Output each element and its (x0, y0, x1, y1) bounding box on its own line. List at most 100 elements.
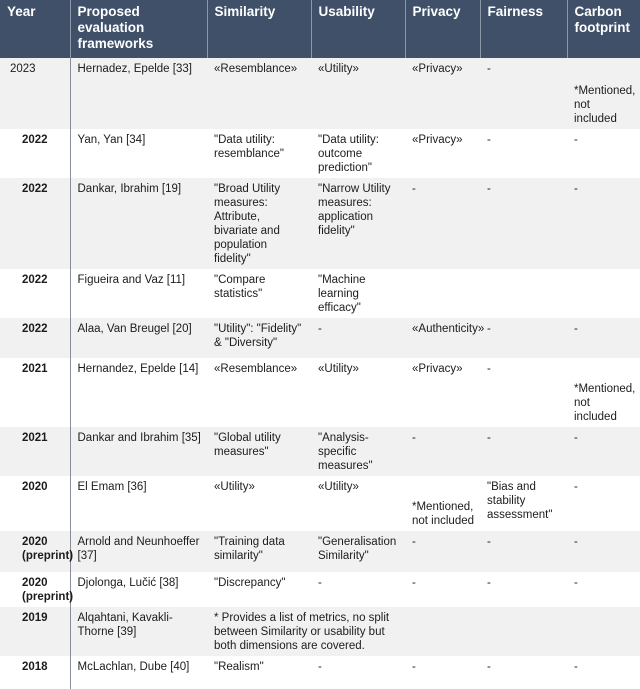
cell-similarity: "Global utility measures" (207, 427, 311, 477)
cell-fairness: - (480, 358, 567, 428)
column-header-carbon-footprint: Carbon footprint (567, 0, 640, 58)
cell-similarity: «Resemblance» (207, 57, 311, 129)
evaluation-frameworks-table-container: Year Proposed evaluation frameworks Simi… (0, 0, 640, 689)
cell-fairness (480, 268, 567, 318)
cell-framework: Arnold and Neunhoeffer [37] (70, 531, 207, 573)
cell-similarity: "Realism" (207, 656, 311, 689)
header-row: Year Proposed evaluation frameworks Simi… (0, 0, 640, 58)
cell-fairness: - (480, 318, 567, 358)
cell-fairness: - (480, 177, 567, 269)
cell-framework: Hernandez, Epelde [14] (70, 358, 207, 428)
cell-similarity-usability-note: * Provides a list of metrics, no split b… (207, 607, 405, 657)
mentioned-not-included-note: *Mentioned, not included (412, 501, 475, 528)
column-header-fairness: Fairness (480, 0, 568, 58)
cell-similarity: "Broad Utility measures: Attribute, biva… (207, 177, 311, 269)
cell-carbon-footprint (567, 268, 640, 318)
table-row: 2021 Hernandez, Epelde [14] «Resemblance… (0, 358, 640, 428)
table-row: 2018 McLachlan, Dube [40] "Realism" - - … (0, 656, 640, 689)
cell-framework: Alaa, Van Breugel [20] (70, 318, 207, 358)
cell-privacy: - (405, 531, 480, 573)
cell-privacy (405, 607, 480, 657)
cell-carbon-footprint: *Mentioned, not included (567, 57, 640, 129)
cell-privacy: «Privacy» (405, 358, 480, 428)
cell-framework: McLachlan, Dube [40] (70, 656, 207, 689)
mentioned-not-included-note: *Mentioned, not included (574, 383, 636, 424)
cell-carbon-footprint: *Mentioned, not included (567, 358, 640, 428)
table-body: 2023 Hernadez, Epelde [33] «Resemblance»… (0, 57, 640, 689)
cell-usability: «Utility» (311, 476, 405, 532)
table-row: 2022 Yan, Yan [34] "Data utility: resemb… (0, 128, 640, 178)
table-row: 2022 Alaa, Van Breugel [20] "Utility": "… (0, 318, 640, 358)
cell-similarity: «Utility» (207, 476, 311, 532)
mentioned-not-included-note: *Mentioned, not included (574, 84, 636, 125)
cell-similarity: "Compare statistics" (207, 268, 311, 318)
cell-carbon-footprint: - (567, 531, 640, 573)
cell-usability: "Data utility: outcome prediction" (311, 128, 405, 178)
cell-fairness: - (480, 427, 567, 477)
cell-privacy: «Privacy» (405, 57, 480, 129)
cell-privacy: - (405, 656, 480, 689)
cell-framework: Figueira and Vaz [11] (70, 268, 207, 318)
table-row: 2021 Dankar and Ibrahim [35] "Global uti… (0, 427, 640, 477)
cell-fairness: - (480, 656, 567, 689)
cell-usability: "Analysis-specific measures" (311, 427, 405, 477)
cell-privacy: *Mentioned, not included (405, 476, 480, 532)
cell-year: 2021 (0, 427, 71, 477)
cell-privacy: «Authenticity» (405, 318, 484, 358)
cell-year: 2021 (0, 358, 71, 428)
cell-usability: "Machine learning efficacy" (311, 268, 405, 318)
cell-year: 2022 (0, 318, 71, 358)
cell-carbon-footprint: - (567, 572, 640, 608)
cell-year: 2022 (0, 177, 71, 269)
cell-framework: Alqahtani, Kavakli-Thorne [39] (70, 607, 207, 657)
cell-carbon-footprint: - (567, 318, 640, 358)
table-row: 2019 Alqahtani, Kavakli-Thorne [39] * Pr… (0, 607, 640, 657)
cell-framework: Hernadez, Epelde [33] (70, 57, 207, 129)
cell-usability: «Utility» (311, 57, 405, 129)
cell-framework: Dankar and Ibrahim [35] (70, 427, 207, 477)
table-row: 2020 (preprint) Arnold and Neunhoeffer [… (0, 531, 640, 573)
column-header-privacy: Privacy (405, 0, 481, 58)
cell-carbon-footprint: - (567, 177, 640, 269)
cell-year: 2022 (0, 128, 71, 178)
cell-carbon-footprint: - (567, 128, 640, 178)
cell-similarity: «Resemblance» (207, 358, 311, 428)
cell-usability: - (311, 318, 405, 358)
cell-fairness: - (480, 128, 567, 178)
cell-usability: "Narrow Utility measures: application fi… (311, 177, 405, 269)
cell-privacy: - (405, 177, 480, 269)
cell-privacy: «Privacy» (405, 128, 480, 178)
cell-usability: - (311, 572, 405, 608)
column-header-usability: Usability (311, 0, 406, 58)
table-row: 2022 Dankar, Ibrahim [19] "Broad Utility… (0, 177, 640, 269)
cell-year: 2020 (preprint) (0, 572, 73, 608)
column-header-framework: Proposed evaluation frameworks (70, 0, 208, 58)
cell-fairness: - (480, 57, 567, 129)
cell-year: 2023 (0, 57, 71, 129)
cell-similarity: "Training data similarity" (207, 531, 311, 573)
cell-year: 2020 (0, 476, 71, 532)
cell-privacy (405, 268, 480, 318)
cell-carbon-footprint: - (567, 656, 640, 689)
cell-year: 2019 (0, 607, 71, 657)
evaluation-frameworks-table: Year Proposed evaluation frameworks Simi… (0, 0, 640, 689)
table-row: 2023 Hernadez, Epelde [33] «Resemblance»… (0, 57, 640, 129)
column-header-year: Year (0, 0, 71, 58)
cell-fairness: - (480, 531, 567, 573)
cell-similarity: "Utility": "Fidelity" & "Diversity" (207, 318, 311, 358)
cell-fairness: - (480, 572, 567, 608)
cell-carbon-footprint (567, 607, 640, 657)
table-row: 2022 Figueira and Vaz [11] "Compare stat… (0, 268, 640, 318)
cell-similarity: "Discrepancy" (207, 572, 311, 608)
cell-usability: "Generalisation Similarity" (311, 531, 405, 573)
cell-fairness (480, 607, 567, 657)
cell-privacy: - (405, 572, 480, 608)
cell-year: 2022 (0, 268, 71, 318)
cell-usability: - (311, 656, 405, 689)
cell-framework: Djolonga, Lučić [38] (70, 572, 207, 608)
cell-fairness: "Bias and stability assessment" (480, 476, 567, 532)
cell-framework: Dankar, Ibrahim [19] (70, 177, 207, 269)
cell-privacy: - (405, 427, 480, 477)
cell-framework: Yan, Yan [34] (70, 128, 207, 178)
cell-usability: «Utility» (311, 358, 405, 428)
